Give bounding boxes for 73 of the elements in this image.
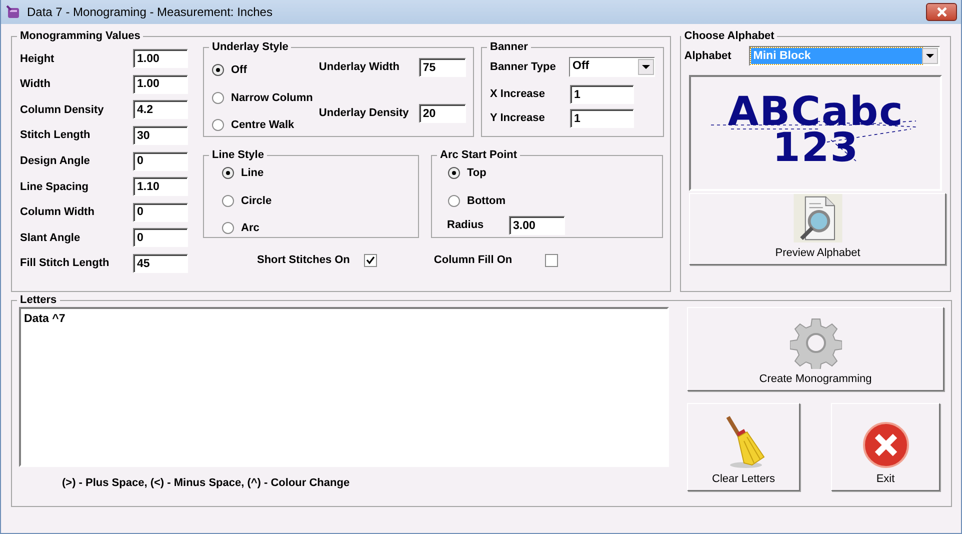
field-label: Column Density: [20, 102, 105, 118]
field-label: Radius: [447, 218, 485, 234]
group-title: Banner: [489, 41, 529, 54]
document-search-icon: [792, 194, 843, 242]
radio-label[interactable]: Bottom: [467, 192, 506, 209]
text-field[interactable]: 1.10: [133, 177, 188, 196]
checkbox[interactable]: [364, 254, 377, 267]
radio-button[interactable]: [448, 194, 460, 207]
text-field[interactable]: 30: [133, 126, 188, 146]
field-label: Underlay Density: [318, 106, 409, 122]
radio-button[interactable]: [212, 64, 224, 76]
create-monogramming-button[interactable]: Create Monogramming: [687, 307, 944, 391]
text-field[interactable]: 45: [133, 254, 188, 274]
caret-icon: [642, 65, 650, 69]
radio-button[interactable]: [212, 119, 224, 132]
hint-text: (>) - Plus Space, (<) - Minus Space, (^) - Colour Change: [62, 476, 351, 491]
text-field[interactable]: 4.2: [133, 100, 188, 120]
text-field[interactable]: 20: [418, 104, 466, 123]
checkbox[interactable]: [545, 254, 558, 267]
group-title: Letters: [19, 294, 58, 307]
field-label: Design Angle: [20, 154, 91, 169]
text-field[interactable]: 1.00: [133, 49, 188, 68]
group-title: Monogramming Values: [19, 30, 142, 43]
radio-label[interactable]: Centre Walk: [231, 117, 294, 134]
exit-button[interactable]: Exit: [831, 403, 940, 491]
field-label: Alphabet: [684, 48, 732, 64]
radio-button[interactable]: [222, 167, 234, 180]
letters-text-area[interactable]: Data ^7: [19, 307, 669, 467]
field-label: Underlay Width: [318, 60, 400, 76]
text-field[interactable]: 1: [570, 109, 634, 128]
app-icon: [5, 4, 21, 20]
clear-letters-button[interactable]: Clear Letters: [687, 403, 800, 491]
radio-button[interactable]: [212, 92, 224, 104]
text-field[interactable]: 1.00: [133, 74, 188, 94]
group-title: Choose Alphabet: [683, 30, 776, 43]
text-field[interactable]: 75: [418, 58, 466, 77]
radio-label[interactable]: Off: [231, 62, 247, 78]
radio-label[interactable]: Arc: [241, 220, 260, 236]
gear-icon: [790, 316, 842, 368]
field-label: Slant Angle: [20, 230, 82, 246]
field-label: Fill Stitch Length: [20, 256, 110, 272]
radio-label[interactable]: Circle: [241, 192, 272, 209]
checkbox-label: Short Stitches On: [257, 253, 350, 268]
field-label: Line Spacing: [20, 180, 90, 195]
field-label: Height: [20, 52, 56, 67]
radio-label[interactable]: Narrow Column: [231, 90, 313, 106]
radio-button[interactable]: [448, 167, 460, 180]
close-icon: [862, 420, 910, 468]
group-title: Line Style: [211, 149, 265, 162]
field-label: X Increase: [490, 87, 546, 102]
dropdown[interactable]: Off: [568, 57, 655, 77]
field-label: Width: [20, 77, 52, 92]
text-field[interactable]: 3.00: [509, 216, 565, 235]
text-field[interactable]: 0: [133, 228, 188, 248]
text-field[interactable]: 1: [570, 85, 634, 104]
radio-button[interactable]: [222, 222, 234, 234]
radio-label[interactable]: Top: [467, 165, 486, 182]
radio-button[interactable]: [222, 194, 234, 207]
preview-alphabet-button[interactable]: Preview Alphabet: [689, 193, 946, 265]
field-label: Banner Type: [490, 60, 557, 75]
text-field[interactable]: 0: [133, 202, 188, 222]
close-button[interactable]: [926, 3, 957, 21]
caret-icon: [926, 54, 934, 58]
window-title: Data 7 - Monograming - Measurement: Inches: [27, 4, 272, 21]
radio-label[interactable]: Line: [241, 165, 264, 182]
text-field[interactable]: 0: [133, 152, 188, 171]
group-title: Arc Start Point: [439, 149, 518, 162]
close-icon: [936, 7, 948, 17]
checkbox-label: Column Fill On: [434, 253, 512, 268]
group-title: Underlay Style: [211, 41, 290, 54]
field-label: Column Width: [20, 205, 96, 220]
field-label: Y Increase: [490, 111, 546, 126]
field-label: Stitch Length: [20, 128, 92, 144]
